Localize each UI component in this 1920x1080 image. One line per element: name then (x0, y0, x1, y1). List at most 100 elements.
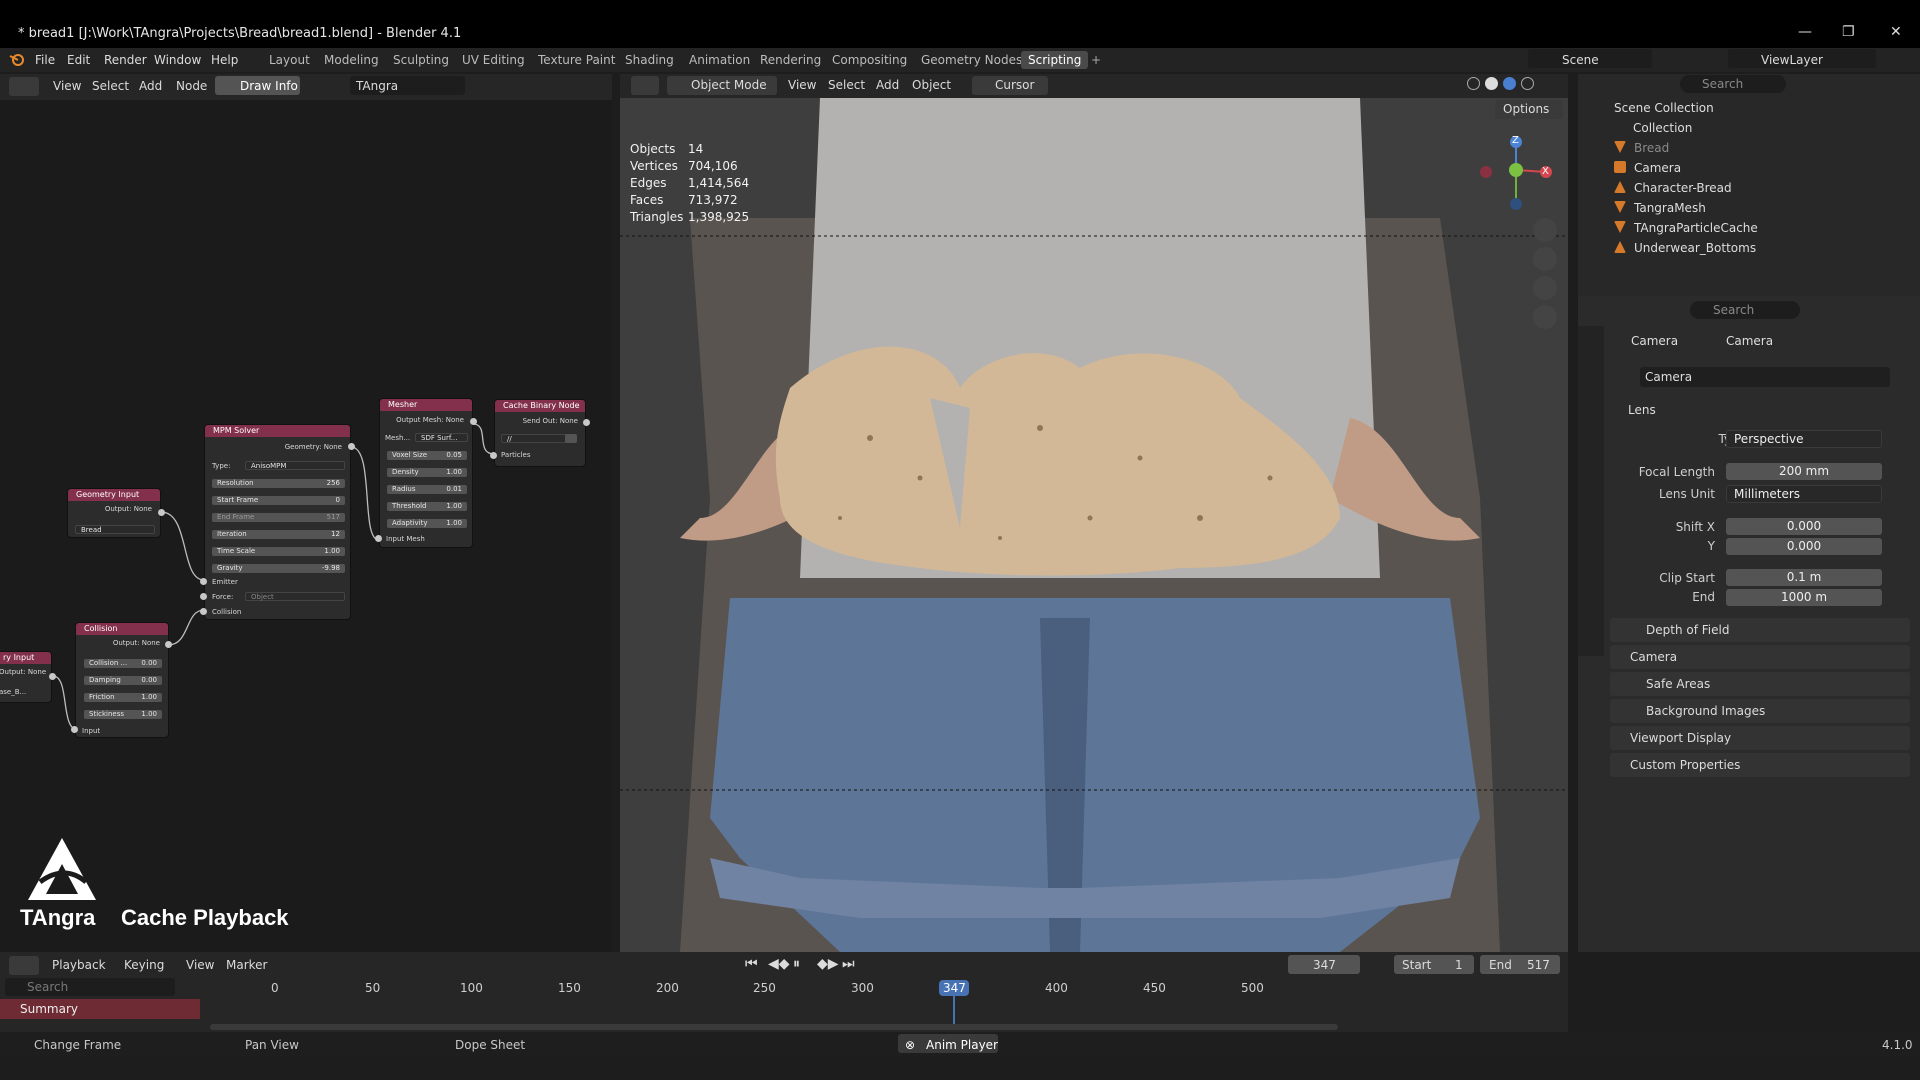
type-dropdown[interactable]: AnisoMPM (245, 461, 345, 470)
input-socket[interactable] (200, 608, 207, 615)
node-geometry-input[interactable]: Geometry Input Output: None Bread (67, 488, 161, 538)
menu-render[interactable]: Render (104, 53, 147, 67)
folder-icon[interactable] (565, 434, 577, 443)
keying-menu[interactable]: Keying (124, 958, 164, 972)
timeline-view-menu[interactable]: View (186, 958, 214, 972)
node-collision[interactable]: Collision Output: None Collision ... 0.00… (75, 622, 169, 738)
collision-field-1[interactable]: Damping 0.00 (84, 676, 162, 685)
mesher-field-1[interactable]: Density 1.00 (387, 468, 467, 477)
input-socket[interactable] (200, 578, 207, 585)
mpm-field-2[interactable]: End Frame 517 (212, 513, 345, 522)
clip-end-field[interactable]: 1000 m (1726, 589, 1882, 606)
tab-animation[interactable]: Animation (689, 53, 750, 67)
tab-texture-paint[interactable]: Texture Paint (538, 53, 615, 67)
add-workspace-button[interactable]: + (1091, 53, 1101, 67)
blender-logo-icon[interactable] (9, 51, 25, 67)
timeline-scrollbar[interactable] (210, 1024, 1338, 1030)
panel-background-images[interactable]: Background Images (1610, 699, 1910, 723)
tab-sculpting[interactable]: Sculpting (393, 53, 449, 67)
panel-custom-properties[interactable]: Custom Properties (1610, 753, 1910, 777)
mpm-field-1[interactable]: Start Frame 0 (212, 496, 345, 505)
mesh-dropdown[interactable]: SDF Surf... (415, 433, 468, 442)
output-socket[interactable] (158, 509, 165, 516)
panel-viewport-display[interactable]: Viewport Display (1610, 726, 1910, 750)
viewport-menu-add[interactable]: Add (876, 78, 899, 92)
playback-menu[interactable]: Playback (52, 958, 106, 972)
input-socket[interactable] (71, 726, 78, 733)
mpm-field-0[interactable]: Resolution 256 (212, 479, 345, 488)
mesher-field-4[interactable]: Adaptivity 1.00 (387, 519, 467, 528)
force-object-field[interactable]: Object (245, 592, 345, 601)
node-cache-binary[interactable]: Cache Binary Node Send Out: None // Part… (494, 399, 586, 467)
input-socket[interactable] (490, 452, 497, 459)
timeline-editor-type-button[interactable] (9, 956, 39, 975)
minimize-button[interactable]: — (1798, 24, 1812, 40)
viewport-editor-type-button[interactable] (631, 76, 659, 95)
zoom-icon[interactable] (1533, 218, 1557, 242)
tab-scripting[interactable]: Scripting (1021, 51, 1089, 69)
outliner-item-underwear-bottoms[interactable]: Underwear_Bottoms (1634, 241, 1756, 255)
viewport-menu-object[interactable]: Object (912, 78, 951, 92)
output-socket[interactable] (49, 673, 56, 680)
lens-type-dropdown[interactable]: Perspective (1726, 430, 1882, 448)
object-field[interactable]: Bread (75, 525, 155, 534)
editor-type-button[interactable] (9, 77, 39, 96)
tab-uv-editing[interactable]: UV Editing (462, 53, 525, 67)
node-menu-add[interactable]: Add (139, 79, 162, 93)
menu-window[interactable]: Window (154, 53, 201, 67)
node-mesher[interactable]: Mesher Output Mesh: None Mesh... SDF Sur… (379, 398, 473, 548)
outliner-item-bread[interactable]: Bread (1634, 141, 1669, 155)
wireframe-shading-icon[interactable] (1467, 77, 1480, 90)
panel-camera[interactable]: Camera (1610, 645, 1910, 669)
node-mpm-solver[interactable]: MPM Solver Geometry: None Type: AnisoMPM… (204, 424, 351, 620)
output-socket[interactable] (470, 418, 477, 425)
output-socket[interactable] (165, 641, 172, 648)
panel-depth-of-field[interactable]: Depth of Field (1610, 618, 1910, 642)
node-partial-input[interactable]: ry Input Output: None ase_B... (0, 651, 52, 703)
node-menu-view[interactable]: View (53, 79, 81, 93)
menu-help[interactable]: Help (211, 53, 238, 67)
material-shading-icon[interactable] (1503, 77, 1516, 90)
collision-field-2[interactable]: Friction 1.00 (84, 693, 162, 702)
tab-shading[interactable]: Shading (625, 53, 674, 67)
scene-collection-label[interactable]: Scene Collection (1614, 101, 1714, 115)
collision-field-3[interactable]: Stickiness 1.00 (84, 710, 162, 719)
output-socket[interactable] (348, 443, 355, 450)
input-socket[interactable] (200, 593, 207, 600)
mesher-field-0[interactable]: Voxel Size 0.05 (387, 451, 467, 460)
close-button[interactable]: ✕ (1890, 24, 1902, 40)
mesher-field-3[interactable]: Threshold 1.00 (387, 502, 467, 511)
viewport-menu-view[interactable]: View (788, 78, 816, 92)
close-x-icon[interactable]: ⊗ (905, 1038, 915, 1052)
tab-rendering[interactable]: Rendering (760, 53, 821, 67)
outliner-item-character-bread[interactable]: Character-Bread (1634, 181, 1732, 195)
marker-menu[interactable]: Marker (226, 958, 267, 972)
tab-modeling[interactable]: Modeling (324, 53, 379, 67)
mesher-field-2[interactable]: Radius 0.01 (387, 485, 467, 494)
collection-label[interactable]: Collection (1633, 121, 1692, 135)
maximize-button[interactable]: ❐ (1842, 24, 1855, 40)
shift-x-field[interactable]: 0.000 (1726, 518, 1882, 535)
tab-compositing[interactable]: Compositing (832, 53, 907, 67)
solid-shading-icon[interactable] (1485, 77, 1498, 90)
lens-unit-dropdown[interactable]: Millimeters (1726, 485, 1882, 503)
panel-safe-areas[interactable]: Safe Areas (1610, 672, 1910, 696)
outliner-item-tangraparticlecache[interactable]: TAngraParticleCache (1634, 221, 1758, 235)
output-socket[interactable] (583, 419, 590, 426)
cache-path-field[interactable]: // (501, 434, 573, 443)
tab-geometry-nodes[interactable]: Geometry Nodes (921, 53, 1022, 67)
collision-field-0[interactable]: Collision ... 0.00 (84, 659, 162, 668)
tab-layout[interactable]: Layout (269, 53, 310, 67)
node-menu-node[interactable]: Node (176, 79, 207, 93)
mpm-field-3[interactable]: Iteration 12 (212, 530, 345, 539)
mpm-field-5[interactable]: Gravity -9.98 (212, 564, 345, 573)
menu-file[interactable]: File (35, 53, 55, 67)
rendered-shading-icon[interactable] (1521, 77, 1534, 90)
node-menu-select[interactable]: Select (92, 79, 129, 93)
lock-icon[interactable] (1533, 305, 1557, 329)
jump-start-icon[interactable]: ⏮ (745, 956, 758, 972)
lens-section-header[interactable]: Lens (1628, 403, 1656, 417)
viewport-menu-select[interactable]: Select (828, 78, 865, 92)
jump-end-icon[interactable]: ⏭ (842, 956, 855, 972)
pan-hand-icon[interactable] (1533, 247, 1557, 271)
